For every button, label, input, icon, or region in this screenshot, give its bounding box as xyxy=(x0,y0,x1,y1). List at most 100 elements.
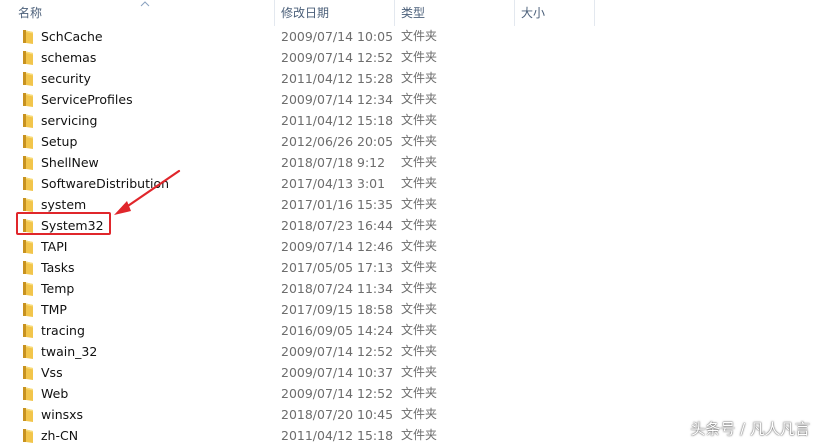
folder-icon xyxy=(20,134,34,149)
file-type: 文件夹 xyxy=(401,155,438,169)
file-row-servicing[interactable]: servicing 2011/04/12 15:18 文件夹 xyxy=(0,110,600,131)
file-row-schcache[interactable]: SchCache 2009/07/14 10:05 文件夹 xyxy=(0,26,600,47)
file-row-zh-cn[interactable]: zh-CN 2011/04/12 15:18 文件夹 xyxy=(0,425,600,446)
file-type: 文件夹 xyxy=(401,344,438,358)
file-row-setup[interactable]: Setup 2012/06/26 20:05 文件夹 xyxy=(0,131,600,152)
folder-icon xyxy=(20,197,34,212)
folder-icon xyxy=(20,365,34,380)
folder-icon xyxy=(20,92,34,107)
file-modified-date: 2017/05/05 17:13 xyxy=(281,260,394,275)
file-name: TMP xyxy=(41,302,67,317)
file-modified-date: 2011/04/12 15:18 xyxy=(281,428,394,443)
folder-icon xyxy=(20,155,34,170)
file-modified-date: 2009/07/14 12:52 xyxy=(281,344,394,359)
file-row-web[interactable]: Web 2009/07/14 12:52 文件夹 xyxy=(0,383,600,404)
file-row-tapi[interactable]: TAPI 2009/07/14 12:46 文件夹 xyxy=(0,236,600,257)
file-type: 文件夹 xyxy=(401,428,438,442)
file-modified-date: 2018/07/23 16:44 xyxy=(281,218,394,233)
folder-icon xyxy=(20,386,34,401)
file-type: 文件夹 xyxy=(401,323,438,337)
folder-icon xyxy=(20,29,34,44)
file-row-tmp[interactable]: TMP 2017/09/15 18:58 文件夹 xyxy=(0,299,600,320)
folder-icon xyxy=(20,260,34,275)
file-modified-date: 2018/07/20 10:45 xyxy=(281,407,394,422)
file-modified-date: 2011/04/12 15:18 xyxy=(281,113,394,128)
file-name: twain_32 xyxy=(41,344,98,359)
file-row-softwaredistribution[interactable]: SoftwareDistribution 2017/04/13 3:01 文件夹 xyxy=(0,173,600,194)
file-modified-date: 2016/09/05 14:24 xyxy=(281,323,394,338)
file-modified-date: 2017/04/13 3:01 xyxy=(281,176,386,191)
column-header-size[interactable]: 大小 xyxy=(515,0,595,26)
file-name: tracing xyxy=(41,323,85,338)
folder-icon xyxy=(20,113,34,128)
file-type: 文件夹 xyxy=(401,92,438,106)
folder-icon xyxy=(20,281,34,296)
file-type: 文件夹 xyxy=(401,29,438,43)
file-name: security xyxy=(41,71,91,86)
file-name: winsxs xyxy=(41,407,84,422)
file-modified-date: 2009/07/14 12:52 xyxy=(281,50,394,65)
folder-icon xyxy=(20,176,34,191)
file-name: schemas xyxy=(41,50,97,65)
column-header-name[interactable]: 名称 xyxy=(0,0,275,26)
highlight-annotation-box xyxy=(16,212,111,235)
file-row-vss[interactable]: Vss 2009/07/14 10:37 文件夹 xyxy=(0,362,600,383)
file-type: 文件夹 xyxy=(401,302,438,316)
file-type: 文件夹 xyxy=(401,218,438,232)
file-row-tracing[interactable]: tracing 2016/09/05 14:24 文件夹 xyxy=(0,320,600,341)
column-header-date[interactable]: 修改日期 xyxy=(275,0,395,26)
file-name: Vss xyxy=(41,365,63,380)
file-row-twain-32[interactable]: twain_32 2009/07/14 12:52 文件夹 xyxy=(0,341,600,362)
file-modified-date: 2009/07/14 12:34 xyxy=(281,92,394,107)
file-row-tasks[interactable]: Tasks 2017/05/05 17:13 文件夹 xyxy=(0,257,600,278)
folder-icon xyxy=(20,239,34,254)
file-name: Setup xyxy=(41,134,78,149)
file-type: 文件夹 xyxy=(401,239,438,253)
file-type: 文件夹 xyxy=(401,365,438,379)
file-modified-date: 2009/07/14 10:37 xyxy=(281,365,394,380)
file-modified-date: 2018/07/18 9:12 xyxy=(281,155,386,170)
file-name: ServiceProfiles xyxy=(41,92,133,107)
folder-icon xyxy=(20,71,34,86)
red-arrow-icon xyxy=(114,169,181,215)
folder-icon xyxy=(20,302,34,317)
file-type: 文件夹 xyxy=(401,50,438,64)
file-modified-date: 2018/07/24 11:34 xyxy=(281,281,394,296)
file-list: SchCache 2009/07/14 10:05 文件夹 schemas 2009/0… xyxy=(0,26,822,446)
file-type: 文件夹 xyxy=(401,113,438,127)
file-modified-date: 2017/01/16 15:35 xyxy=(281,197,394,212)
folder-icon xyxy=(20,428,34,443)
file-modified-date: 2009/07/14 12:46 xyxy=(281,239,394,254)
folder-icon xyxy=(20,50,34,65)
folder-icon xyxy=(20,344,34,359)
folder-icon xyxy=(20,407,34,422)
file-type: 文件夹 xyxy=(401,176,438,190)
file-modified-date: 2009/07/14 12:52 xyxy=(281,386,394,401)
file-name: Temp xyxy=(41,281,75,296)
file-name: Web xyxy=(41,386,69,401)
file-type: 文件夹 xyxy=(401,407,438,421)
file-modified-date: 2011/04/12 15:28 xyxy=(281,71,394,86)
file-name: Tasks xyxy=(41,260,75,275)
folder-icon xyxy=(20,323,34,338)
file-row-winsxs[interactable]: winsxs 2018/07/20 10:45 文件夹 xyxy=(0,404,600,425)
file-name: servicing xyxy=(41,113,98,128)
sort-ascending-icon xyxy=(140,1,150,7)
file-name: TAPI xyxy=(41,239,68,254)
file-row-schemas[interactable]: schemas 2009/07/14 12:52 文件夹 xyxy=(0,47,600,68)
file-type: 文件夹 xyxy=(401,134,438,148)
file-name: zh-CN xyxy=(41,428,79,443)
file-row-security[interactable]: security 2011/04/12 15:28 文件夹 xyxy=(0,68,600,89)
file-row-temp[interactable]: Temp 2018/07/24 11:34 文件夹 xyxy=(0,278,600,299)
file-modified-date: 2009/07/14 10:05 xyxy=(281,29,394,44)
file-row-serviceprofiles[interactable]: ServiceProfiles 2009/07/14 12:34 文件夹 xyxy=(0,89,600,110)
file-modified-date: 2017/09/15 18:58 xyxy=(281,302,394,317)
file-name: ShellNew xyxy=(41,155,99,170)
file-type: 文件夹 xyxy=(401,281,438,295)
file-type: 文件夹 xyxy=(401,197,438,211)
file-row-shellnew[interactable]: ShellNew 2018/07/18 9:12 文件夹 xyxy=(0,152,600,173)
file-modified-date: 2012/06/26 20:05 xyxy=(281,134,394,149)
file-explorer-window: 名称 修改日期 类型 大小 SchCache 2009/07/14 10:05 文件… xyxy=(0,0,822,447)
file-type: 文件夹 xyxy=(401,71,438,85)
column-header-type[interactable]: 类型 xyxy=(395,0,515,26)
